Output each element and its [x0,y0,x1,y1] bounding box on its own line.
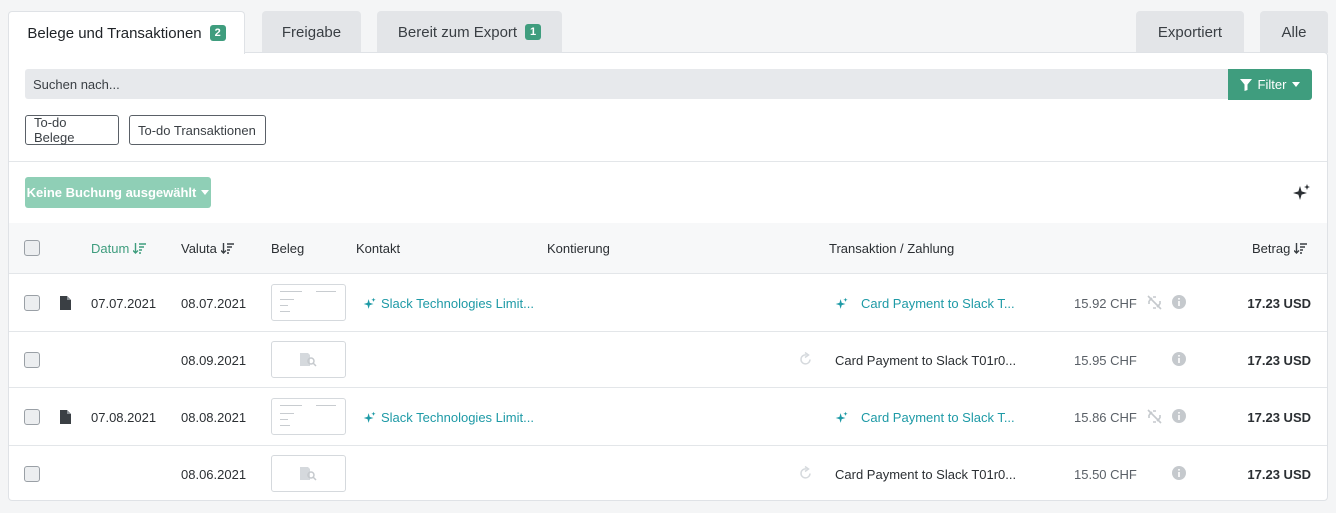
search-document-icon [300,467,317,481]
todo-transaktionen-button[interactable]: To-do Transaktionen [129,115,266,145]
main-panel: Filter To-do Belege To-do Transaktionen … [8,52,1328,501]
filter-label: Filter [1257,77,1287,92]
sparkle-icon [835,297,848,309]
datum-value: 07.08.2021 [91,410,157,425]
table-row[interactable]: 08.09.2021 Card Payment to Slack T01r0..… [9,331,1327,387]
row-checkbox[interactable] [24,409,40,425]
table-row[interactable]: 07.07.2021 08.07.2021 Slack Technologies… [9,273,1327,331]
divider [9,161,1327,162]
tab-belege-und-transaktionen[interactable]: Belege und Transaktionen 2 [8,11,245,54]
tab-label: Bereit zum Export [397,23,518,41]
document-icon [60,410,71,424]
sparkle-icon [363,297,376,309]
filter-icon [1239,78,1252,91]
row-checkbox[interactable] [24,466,40,482]
button-label: To-do Belege [34,115,75,145]
contact-name: Slack Technologies Limit... [381,296,534,311]
amount-value: 17.23 USD [1247,467,1311,482]
column-label: Betrag [1252,241,1291,256]
tab-bereit-zum-export[interactable]: Bereit zum Export 1 [377,11,562,53]
table-row[interactable]: 07.08.2021 08.08.2021 Slack Technologies… [9,387,1327,445]
transaction-text: Card Payment to Slack T01r0... [835,353,1017,368]
amount-value: 17.23 USD [1247,410,1311,425]
column-betrag[interactable]: Betrag [1252,241,1308,256]
contact-name: Slack Technologies Limit... [381,410,534,425]
column-valuta[interactable]: Valuta [181,241,234,256]
booking-dropdown[interactable]: Keine Buchung ausgewählt [25,177,211,208]
search-input[interactable] [25,69,1229,99]
chevron-down-icon [201,190,210,195]
column-label: Kontierung [547,241,610,256]
count-badge: 1 [525,24,542,40]
chf-value: 15.86 CHF [1074,410,1137,425]
valuta-value: 08.09.2021 [181,353,247,368]
amount-value: 17.23 USD [1247,353,1311,368]
booking-dropdown-label: Keine Buchung ausgewählt [26,185,197,200]
tab-freigabe[interactable]: Freigabe [262,11,361,53]
valuta-value: 08.07.2021 [181,296,247,311]
table-header: Datum Valuta Beleg Kontakt Kontierung Tr… [9,223,1327,273]
button-label: To-do Transaktionen [138,122,256,138]
sparkle-icon [835,411,848,423]
tab-alle[interactable]: Alle [1260,11,1328,53]
info-icon[interactable] [1172,295,1186,309]
column-label: Datum [91,241,130,256]
refresh-icon[interactable] [798,352,813,367]
chevron-down-icon [1292,82,1301,87]
sort-icon [133,242,147,254]
filter-button[interactable]: Filter [1228,69,1312,100]
tab-exportiert[interactable]: Exportiert [1136,11,1244,53]
datum-value: 07.07.2021 [91,296,157,311]
tab-label: Exportiert [1157,23,1223,41]
transaction-link[interactable]: Card Payment to Slack T... [835,410,1015,425]
transaction-text: Card Payment to Slack T01r0... [835,467,1017,482]
valuta-value: 08.06.2021 [181,467,247,482]
refresh-icon[interactable] [798,466,813,481]
column-datum[interactable]: Datum [91,241,147,256]
column-label: Valuta [181,241,217,256]
search-document-icon [300,353,317,367]
column-kontierung: Kontierung [547,241,610,256]
tab-label: Freigabe [281,23,342,41]
column-beleg: Beleg [271,241,304,256]
receipt-placeholder[interactable] [271,341,346,378]
sort-icon [1294,242,1308,254]
tab-label: Alle [1281,23,1307,41]
unlink-icon[interactable] [1147,409,1162,424]
transaction-link[interactable]: Card Payment to Slack T... [835,296,1015,311]
column-label: Transaktion / Zahlung [829,241,955,256]
sort-icon [220,242,234,254]
row-checkbox[interactable] [24,352,40,368]
info-icon[interactable] [1172,352,1186,366]
tab-label: Belege und Transaktionen [27,24,202,42]
transaction-text: Card Payment to Slack T... [861,410,1015,425]
column-label: Beleg [271,241,305,256]
contact-link[interactable]: Slack Technologies Limit... [363,410,534,425]
contact-link[interactable]: Slack Technologies Limit... [363,296,534,311]
sparkle-icon [363,411,376,423]
todo-belege-button[interactable]: To-do Belege [25,115,119,145]
receipt-thumbnail[interactable] [271,398,346,435]
chf-value: 15.92 CHF [1074,296,1137,311]
sparkle-icon[interactable] [1292,183,1312,203]
column-kontakt: Kontakt [356,241,400,256]
valuta-value: 08.08.2021 [181,410,247,425]
chf-value: 15.50 CHF [1074,467,1137,482]
receipt-thumbnail[interactable] [271,284,346,321]
count-badge: 2 [209,25,226,41]
info-icon[interactable] [1172,466,1186,480]
column-label: Kontakt [356,241,401,256]
info-icon[interactable] [1172,409,1186,423]
document-icon [60,296,71,310]
table-row[interactable]: 08.06.2021 Card Payment to Slack T01r0..… [9,445,1327,501]
unlink-icon[interactable] [1147,295,1162,310]
column-transaktion: Transaktion / Zahlung [829,241,954,256]
chf-value: 15.95 CHF [1074,353,1137,368]
select-all-checkbox[interactable] [24,240,40,256]
amount-value: 17.23 USD [1247,296,1311,311]
row-checkbox[interactable] [24,295,40,311]
transaction-text: Card Payment to Slack T... [861,296,1015,311]
receipt-placeholder[interactable] [271,455,346,492]
